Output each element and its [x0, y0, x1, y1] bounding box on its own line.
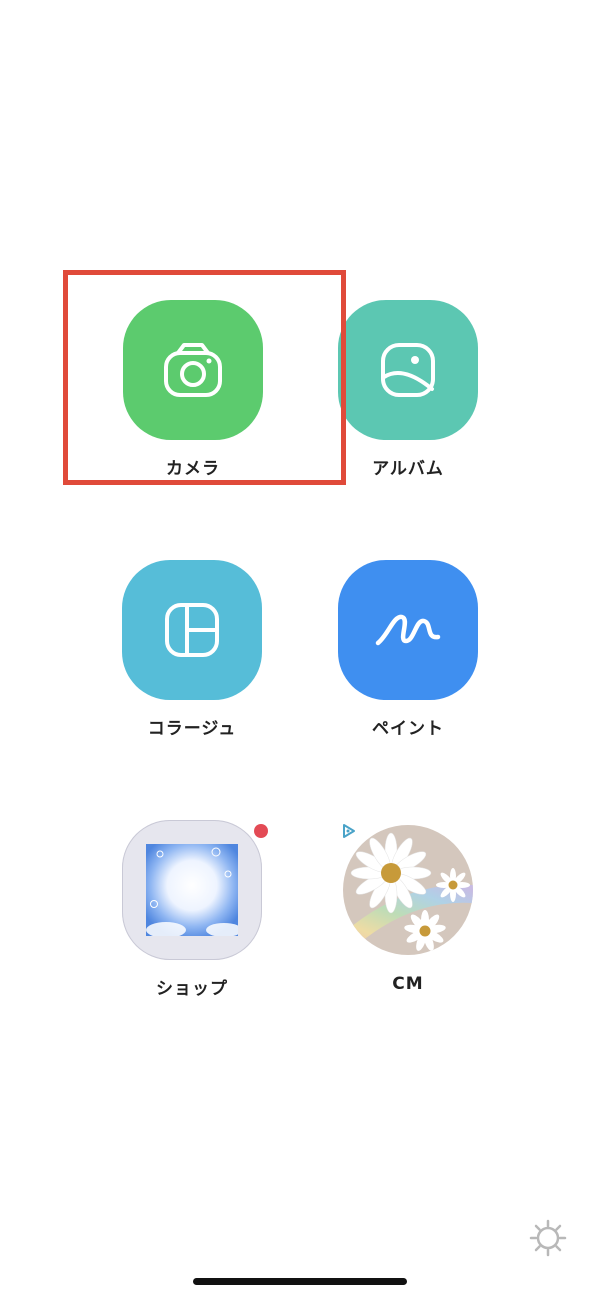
paint-app-button[interactable]	[338, 560, 478, 700]
cm-app-button[interactable]	[343, 825, 473, 955]
shop-label: ショップ	[156, 979, 228, 999]
paint-label: ペイント	[372, 719, 444, 739]
collage-label: コラージュ	[147, 719, 237, 739]
home-indicator[interactable]	[193, 1278, 407, 1285]
album-app-button[interactable]	[338, 300, 478, 440]
collage-layout-icon	[165, 603, 219, 657]
cm-label: CM	[392, 974, 424, 994]
cm-daisy-thumbnail	[343, 825, 473, 955]
collage-app-button[interactable]	[122, 560, 262, 700]
shop-app-button[interactable]	[122, 820, 262, 960]
settings-gear-icon[interactable]	[528, 1218, 568, 1258]
paint-scribble-icon	[375, 614, 441, 646]
shop-frame-thumbnail	[146, 844, 238, 936]
selection-highlight-box	[63, 270, 346, 485]
ad-choices-icon[interactable]	[341, 823, 357, 839]
photo-album-icon	[381, 343, 435, 397]
notification-badge	[254, 824, 268, 838]
